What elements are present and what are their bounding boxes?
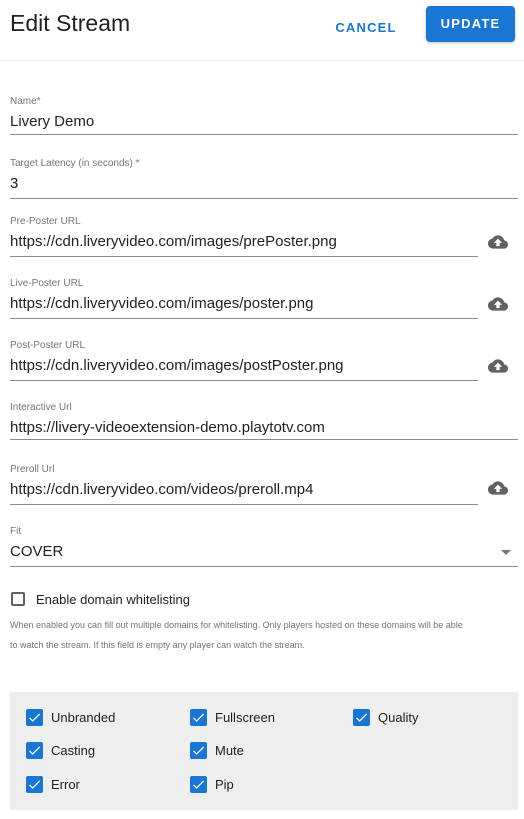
pre-poster-label: Pre-Poster URL xyxy=(10,216,81,227)
fit-underline xyxy=(10,566,518,567)
latency-label: Target Latency (in seconds) * xyxy=(10,158,140,169)
interactive-url-underline xyxy=(10,439,518,440)
whitelist-label[interactable]: Enable domain whitelisting xyxy=(36,592,190,607)
update-button[interactable]: UPDATE xyxy=(426,6,515,42)
interactive-url-input[interactable]: https://livery-videoextension-demo.playt… xyxy=(10,419,325,436)
name-underline xyxy=(10,134,518,135)
permission-label: Pip xyxy=(215,777,234,792)
preroll-url-underline xyxy=(10,504,478,505)
fit-label: Fit xyxy=(10,526,22,537)
permission-label: Mute xyxy=(215,743,244,758)
post-poster-label: Post-Poster URL xyxy=(10,340,86,351)
permission-label: Unbranded xyxy=(51,710,116,725)
preroll-url-input[interactable]: https://cdn.liveryvideo.com/videos/prero… xyxy=(10,481,313,498)
permission-label: Fullscreen xyxy=(215,710,275,725)
check-icon[interactable] xyxy=(190,742,207,759)
post-poster-input[interactable]: https://cdn.liveryvideo.com/images/postP… xyxy=(10,357,344,374)
name-label: Name* xyxy=(10,96,41,107)
check-icon[interactable] xyxy=(353,709,370,726)
check-icon[interactable] xyxy=(190,709,207,726)
whitelist-helper-text: When enabled you can fill out multiple d… xyxy=(10,620,463,650)
page-title: Edit Stream xyxy=(10,10,131,36)
post-poster-underline xyxy=(10,380,478,381)
pre-poster-underline xyxy=(10,256,478,257)
permission-label: Quality xyxy=(378,710,419,725)
preroll-url-label: Preroll Url xyxy=(10,464,55,475)
permission-label: Casting xyxy=(51,743,96,758)
interactive-url-label: Interactive Url xyxy=(10,402,72,413)
dialog-header: Edit Stream CANCEL UPDATE xyxy=(0,0,524,61)
permissions-panel: Unbranded Fullscreen Quality Casting Mut… xyxy=(10,692,518,810)
cloud-upload-icon[interactable] xyxy=(488,296,508,312)
fit-value[interactable]: COVER xyxy=(10,543,63,560)
cloud-upload-icon[interactable] xyxy=(488,480,508,496)
pre-poster-input[interactable]: https://cdn.liveryvideo.com/images/prePo… xyxy=(10,233,337,250)
arrow-drop-down-icon[interactable] xyxy=(501,550,511,555)
live-poster-underline xyxy=(10,318,478,319)
permission-label: Error xyxy=(51,777,80,792)
live-poster-label: Live-Poster URL xyxy=(10,278,84,289)
cloud-upload-icon[interactable] xyxy=(488,234,508,250)
check-icon[interactable] xyxy=(26,776,43,793)
check-icon[interactable] xyxy=(26,742,43,759)
name-input[interactable]: Livery Demo xyxy=(10,113,94,130)
cancel-button[interactable]: CANCEL xyxy=(326,13,406,43)
cloud-upload-icon[interactable] xyxy=(488,358,508,374)
latency-underline xyxy=(10,198,518,199)
whitelist-checkbox[interactable] xyxy=(11,592,25,606)
live-poster-input[interactable]: https://cdn.liveryvideo.com/images/poste… xyxy=(10,295,314,312)
check-icon[interactable] xyxy=(26,709,43,726)
check-icon[interactable] xyxy=(190,776,207,793)
latency-input[interactable]: 3 xyxy=(10,175,18,192)
